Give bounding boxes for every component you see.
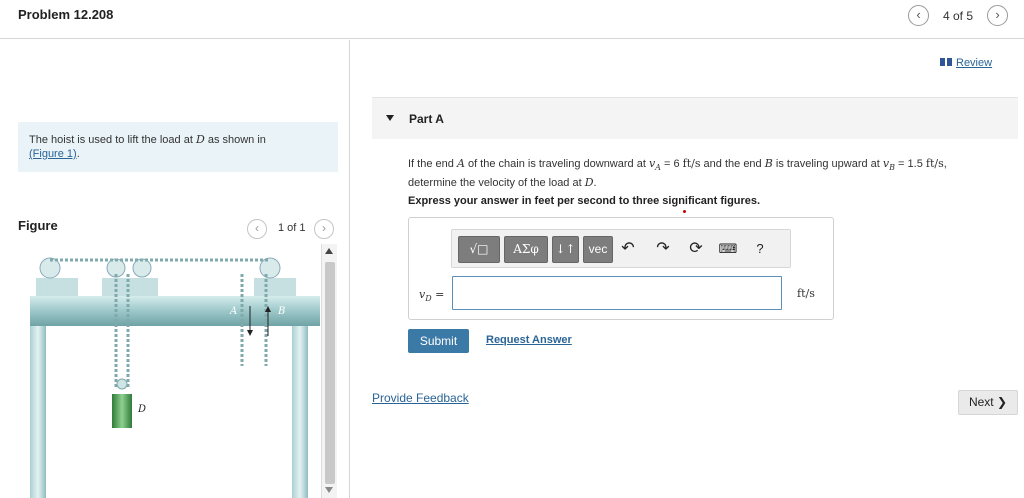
vd-label: vD = (419, 288, 445, 304)
chevron-left-icon: ‹ (916, 7, 921, 22)
review-link[interactable]: Review (940, 57, 992, 69)
submit-button[interactable]: Submit (408, 329, 469, 353)
figure-label: Figure (18, 218, 58, 233)
chevron-right-icon: › (322, 221, 326, 235)
chevron-right-icon: ❯ (996, 395, 1008, 409)
chevron-left-icon: ‹ (255, 221, 259, 235)
intro-box: The hoist is used to lift the load at D … (18, 122, 338, 172)
review-icon (940, 58, 952, 66)
templates-button[interactable]: √□ (458, 236, 500, 263)
pulley-block-middle (102, 278, 158, 296)
provide-feedback-link[interactable]: Provide Feedback (372, 391, 469, 405)
figure-prev-button[interactable]: ‹ (247, 219, 267, 239)
prev-problem-button[interactable]: ‹ (908, 5, 929, 26)
math-toolbar: √□ ΑΣφ ↓↑ vec ↶ ↷ ⟳ ⌨ ? (451, 229, 791, 268)
express-instruction: Express your answer in feet per second t… (408, 195, 761, 207)
left-post (30, 324, 46, 498)
page-count: 4 of 5 (943, 9, 974, 23)
help-button[interactable]: ? (750, 239, 770, 259)
unit-label: ft/s (797, 287, 815, 300)
chevron-right-icon: › (995, 7, 1000, 22)
keyboard-icon[interactable]: ⌨ (718, 239, 738, 259)
undo-icon[interactable]: ↶ (618, 239, 638, 259)
panel-divider (349, 40, 350, 498)
vec-button[interactable]: vec (583, 236, 613, 263)
scroll-thumb[interactable] (325, 262, 335, 484)
pulley-right (259, 257, 281, 279)
required-dot (683, 210, 686, 213)
hook (116, 378, 128, 390)
hoist-figure: A B D (20, 244, 320, 498)
redo-icon[interactable]: ↷ (653, 239, 673, 259)
label-a: A (229, 306, 237, 317)
reset-icon[interactable]: ⟳ (686, 239, 706, 259)
greek-button[interactable]: ΑΣφ (504, 236, 548, 263)
top-bar: Problem 12.208 ‹ 4 of 5 › (0, 0, 1024, 39)
right-post (292, 324, 308, 498)
pulley-block-left (36, 278, 78, 296)
request-answer-link[interactable]: Request Answer (486, 334, 572, 346)
figure-link[interactable]: (Figure 1) (29, 148, 77, 160)
label-b: B (277, 306, 285, 317)
answer-box: √□ ΑΣφ ↓↑ vec ↶ ↷ ⟳ ⌨ ? vD = ft/s (408, 217, 834, 320)
sort-button[interactable]: ↓↑ (552, 236, 579, 263)
part-title: Part A (409, 112, 444, 126)
load-d (112, 394, 132, 428)
label-d: D (137, 404, 146, 415)
next-button[interactable]: Next ❯ (958, 390, 1018, 415)
beam (30, 296, 320, 326)
problem-title: Problem 12.208 (18, 7, 114, 22)
figure-next-button[interactable]: › (314, 219, 334, 239)
vd-answer-input[interactable] (452, 276, 782, 310)
figure-count: 1 of 1 (278, 222, 306, 234)
scroll-up-icon[interactable] (325, 248, 333, 254)
hoist-diagram: A B D (30, 257, 320, 498)
part-a-header[interactable]: Part A (372, 97, 1018, 139)
pulley-block-right (254, 278, 296, 296)
figure-scrollbar[interactable] (321, 244, 337, 498)
caret-down-icon (386, 115, 394, 121)
intro-text: The hoist is used to lift the load at D … (29, 133, 266, 146)
scroll-down-icon[interactable] (325, 487, 333, 493)
next-problem-button[interactable]: › (987, 5, 1008, 26)
pulley-middle-b (132, 258, 152, 278)
question-text: If the end A of the chain is traveling d… (408, 157, 947, 190)
